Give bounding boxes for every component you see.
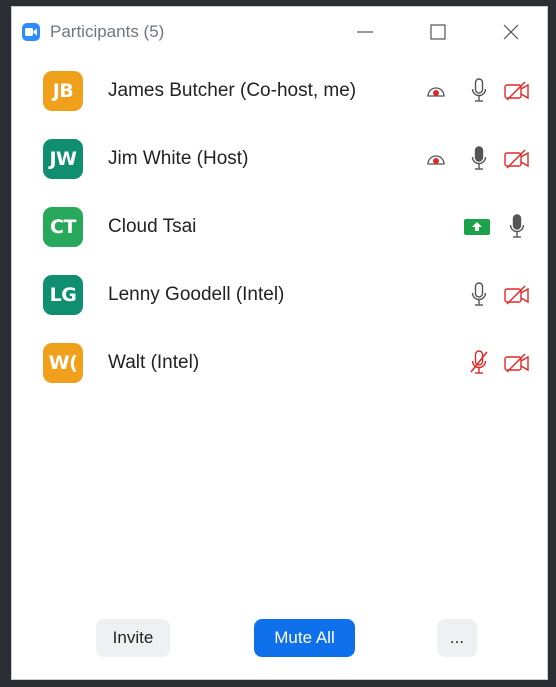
invite-button[interactable]: Invite (96, 619, 170, 657)
more-options-button[interactable]: ... (437, 619, 477, 657)
participant-name: Jim White (Host) (108, 148, 249, 169)
participant-name: Lenny Goodell (Intel) (108, 284, 285, 305)
microphone-muted-icon[interactable] (468, 350, 490, 376)
screen-share-icon (463, 217, 491, 237)
participant-list: JB James Butcher (Co-host, me) JW Jim Wh… (12, 57, 547, 397)
participant-name: Cloud Tsai (108, 216, 197, 237)
participants-window: Participants (5) JB James Butcher (Co-ho… (11, 6, 548, 680)
avatar: W( (43, 343, 83, 383)
maximize-icon[interactable] (401, 7, 474, 57)
mute-all-button[interactable]: Mute All (254, 619, 355, 657)
participant-row[interactable]: W( Walt (Intel) (12, 329, 547, 397)
video-off-icon[interactable] (503, 80, 531, 102)
participant-row[interactable]: JW Jim White (Host) (12, 125, 547, 193)
close-icon[interactable] (474, 7, 547, 57)
microphone-icon[interactable] (470, 146, 488, 172)
avatar: CT (43, 207, 83, 247)
microphone-icon[interactable] (508, 214, 526, 240)
avatar: JB (43, 71, 83, 111)
title-bar: Participants (5) (12, 7, 547, 57)
participant-row[interactable]: JB James Butcher (Co-host, me) (12, 57, 547, 125)
participant-name: James Butcher (Co-host, me) (108, 80, 357, 101)
avatar: LG (43, 275, 83, 315)
record-icon (424, 151, 448, 167)
window-controls (328, 7, 547, 57)
window-title: Participants (5) (50, 22, 165, 41)
participant-row[interactable]: LG Lenny Goodell (Intel) (12, 261, 547, 329)
video-off-icon[interactable] (503, 284, 531, 306)
zoom-app-icon (22, 23, 40, 41)
minimize-icon[interactable] (328, 7, 401, 57)
participant-row[interactable]: CT Cloud Tsai (12, 193, 547, 261)
microphone-icon[interactable] (470, 282, 488, 308)
record-icon (424, 83, 448, 99)
footer-actions: Invite Mute All ... (12, 619, 547, 659)
participant-name: Walt (Intel) (108, 352, 200, 373)
video-off-icon[interactable] (503, 148, 531, 170)
microphone-icon[interactable] (470, 78, 488, 104)
video-off-icon[interactable] (503, 352, 531, 374)
avatar: JW (43, 139, 83, 179)
